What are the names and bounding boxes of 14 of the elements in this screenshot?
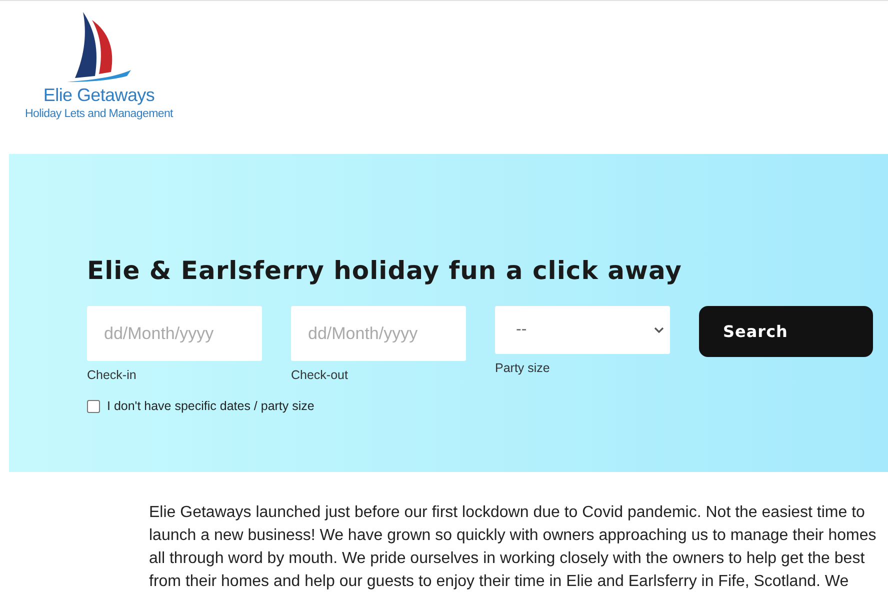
- checkbox-label: I don't have specific dates / party size: [107, 398, 314, 415]
- date-field[interactable]: dd/Month/yyyy: [291, 306, 466, 361]
- chevron-down-icon: [654, 327, 664, 333]
- date-field[interactable]: dd/Month/yyyy: [87, 306, 262, 361]
- search-button[interactable]: Search: [699, 306, 873, 357]
- field-label: Check-out: [291, 367, 348, 383]
- field-label: Check-in: [87, 367, 136, 383]
- field-label: Party size: [495, 360, 550, 376]
- intro-paragraph: Elie Getaways launched just before our first lockdown due to Covid pandemic. Not the easiest time to launch a new business! We have grown so quickly with owners approaching us to manage their homes all through word by mouth. We pride ourselves in working closely with the owners to help get the best from their homes and help our guests to enjoy their time in Elie and Earlsferry in Fife, Scotland. We: [149, 503, 877, 592]
- hero-heading: Elie & Earlsferry holiday fun a click away: [87, 255, 682, 287]
- checkbox[interactable]: [87, 400, 100, 413]
- logo-name: Elie Getaways: [43, 84, 155, 106]
- party-size-select[interactable]: --: [495, 306, 670, 354]
- logo-tagline: Holiday Lets and Management: [25, 107, 173, 121]
